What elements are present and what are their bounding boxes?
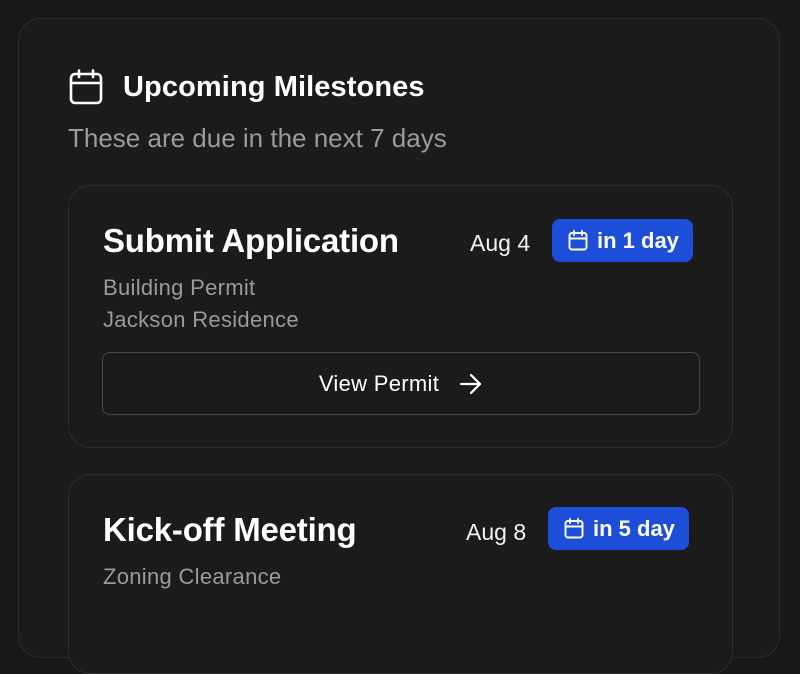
due-badge-label: in 1 day (597, 227, 679, 253)
milestone-card: Kick-off Meeting Aug 8 in 5 day Zoning C… (68, 474, 733, 674)
milestone-card: Submit Application Aug 4 in 1 day Buildi… (68, 185, 733, 448)
arrow-right-icon (459, 373, 483, 395)
permit-type: Zoning Clearance (103, 564, 282, 589)
panel-header: Upcoming Milestones (69, 69, 425, 105)
milestone-date: Aug 4 (470, 230, 531, 256)
calendar-icon (69, 69, 103, 105)
milestone-title: Kick-off Meeting (103, 511, 357, 548)
milestone-title: Submit Application (103, 222, 399, 259)
calendar-icon (564, 518, 584, 539)
permit-type: Building Permit (103, 275, 256, 300)
calendar-icon (568, 230, 588, 251)
due-badge-label: in 5 day (593, 515, 675, 541)
view-permit-label: View Permit (318, 370, 440, 396)
panel-subtitle: These are due in the next 7 days (68, 123, 447, 153)
view-permit-button[interactable]: View Permit (102, 352, 700, 415)
milestone-date: Aug 8 (466, 519, 527, 545)
due-badge: in 1 day (552, 219, 693, 262)
due-badge: in 5 day (548, 507, 689, 550)
project-name: Jackson Residence (103, 307, 299, 332)
milestones-panel: Upcoming Milestones These are due in the… (18, 18, 780, 674)
panel-title: Upcoming Milestones (123, 70, 425, 103)
